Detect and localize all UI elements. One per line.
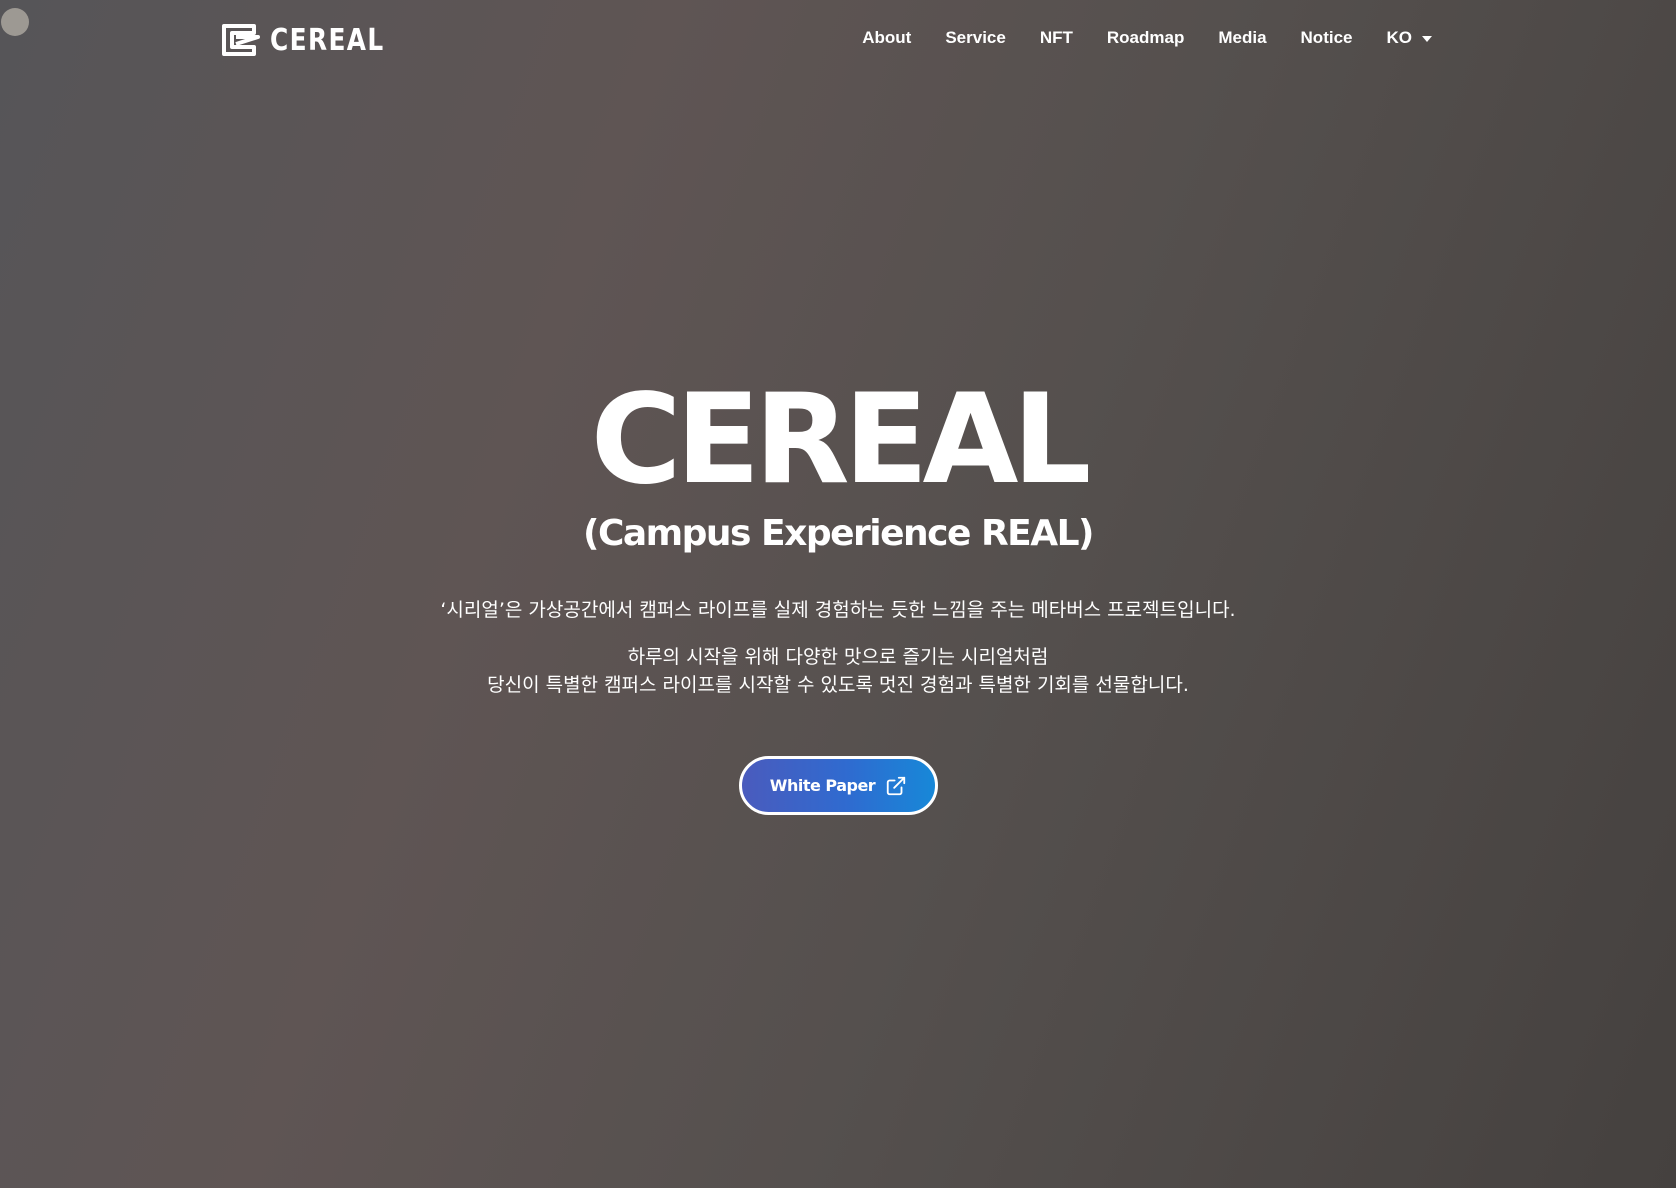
cereal-logo-icon — [222, 24, 260, 56]
nav-item-roadmap[interactable]: Roadmap — [1107, 24, 1184, 52]
logo-link[interactable]: CEREAL — [218, 20, 395, 60]
nav-item-service[interactable]: Service — [945, 24, 1006, 52]
hero-title: CEREAL — [590, 368, 1092, 512]
hero-description-line-2: 당신이 특별한 캠퍼스 라이프를 시작할 수 있도록 멋진 경험과 특별한 기회… — [487, 674, 1189, 696]
logo-text: CEREAL — [270, 22, 385, 58]
language-label: KO — [1386, 28, 1413, 47]
nav-item-nft[interactable]: NFT — [1040, 24, 1073, 52]
nav-item-notice[interactable]: Notice — [1301, 24, 1353, 52]
site-header: CEREAL About Service NFT Roadmap Media N… — [0, 0, 1676, 76]
hero-subtitle: (Campus Experience REAL) — [582, 513, 1095, 554]
hero-section: CEREAL (Campus Experience REAL) ‘시리얼’은 가… — [0, 370, 1676, 699]
hero-description-line-1: 하루의 시작을 위해 다양한 맛으로 즐기는 시리얼처럼 — [627, 646, 1049, 668]
hero-description-secondary: 하루의 시작을 위해 다양한 맛으로 즐기는 시리얼처럼 당신이 특별한 캠퍼스… — [0, 643, 1676, 699]
caret-down-icon — [1422, 36, 1432, 42]
main-nav: About Service NFT Roadmap Media Notice K… — [862, 24, 1432, 52]
white-paper-button[interactable]: White Paper — [739, 756, 938, 815]
hero-description: ‘시리얼’은 가상공간에서 캠퍼스 라이프를 실제 경험하는 듯한 느낌을 주는… — [440, 599, 1236, 621]
nav-item-about[interactable]: About — [862, 24, 911, 52]
nav-item-media[interactable]: Media — [1218, 24, 1266, 52]
language-selector[interactable]: KO — [1386, 24, 1432, 52]
white-paper-button-label: White Paper — [769, 776, 876, 795]
external-link-icon — [887, 776, 906, 795]
